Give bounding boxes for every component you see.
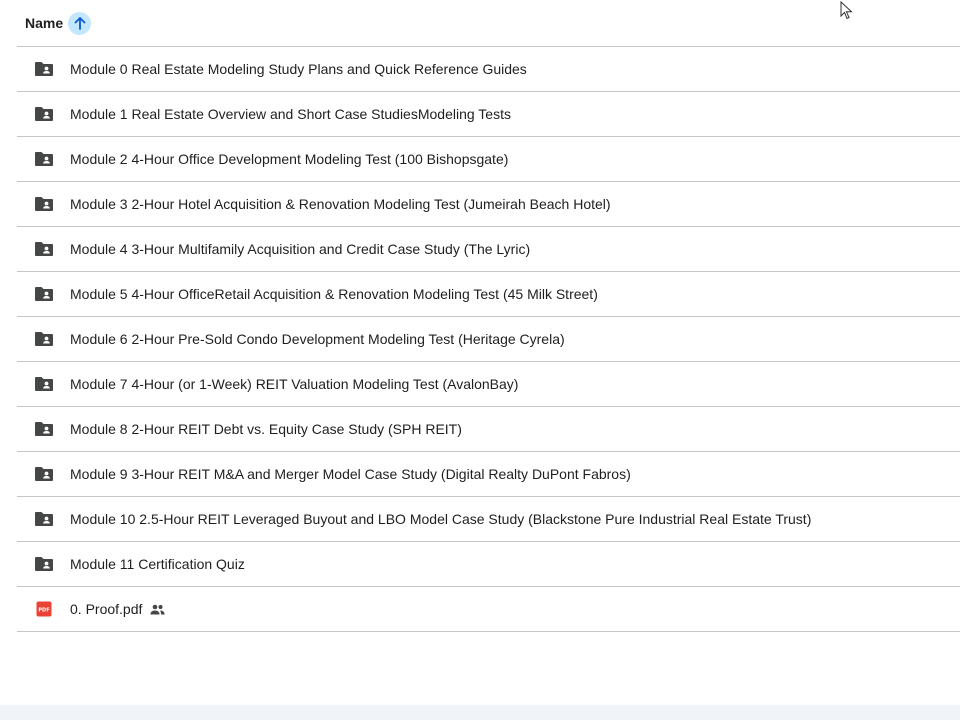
shared-people-icon bbox=[150, 604, 165, 615]
arrow-up-icon bbox=[74, 17, 86, 30]
shared-folder-icon bbox=[33, 508, 55, 530]
column-header: Name bbox=[17, 0, 960, 47]
file-name: Module 9 3-Hour REIT M&A and Merger Mode… bbox=[70, 466, 631, 482]
file-row[interactable]: PDF 0. Proof.pdf bbox=[17, 587, 960, 632]
shared-folder-icon bbox=[33, 283, 55, 305]
file-name: Module 5 4-Hour OfficeRetail Acquisition… bbox=[70, 286, 598, 302]
file-row[interactable]: Module 9 3-Hour REIT M&A and Merger Mode… bbox=[17, 452, 960, 497]
shared-folder-icon bbox=[33, 328, 55, 350]
file-row[interactable]: Module 11 Certification Quiz bbox=[17, 542, 960, 587]
file-name: Module 8 2-Hour REIT Debt vs. Equity Cas… bbox=[70, 421, 462, 437]
shared-folder-icon bbox=[33, 553, 55, 575]
shared-folder-icon bbox=[33, 193, 55, 215]
file-row[interactable]: Module 6 2-Hour Pre-Sold Condo Developme… bbox=[17, 317, 960, 362]
file-name: Module 3 2-Hour Hotel Acquisition & Reno… bbox=[70, 196, 611, 212]
footer-bar bbox=[0, 705, 960, 720]
file-row[interactable]: Module 3 2-Hour Hotel Acquisition & Reno… bbox=[17, 182, 960, 227]
shared-folder-icon bbox=[33, 373, 55, 395]
file-row[interactable]: Module 5 4-Hour OfficeRetail Acquisition… bbox=[17, 272, 960, 317]
file-row[interactable]: Module 0 Real Estate Modeling Study Plan… bbox=[17, 47, 960, 92]
file-row[interactable]: Module 10 2.5-Hour REIT Leveraged Buyout… bbox=[17, 497, 960, 542]
shared-folder-icon bbox=[33, 418, 55, 440]
file-name: Module 2 4-Hour Office Development Model… bbox=[70, 151, 509, 167]
file-list: Module 0 Real Estate Modeling Study Plan… bbox=[17, 47, 960, 632]
file-name: Module 6 2-Hour Pre-Sold Condo Developme… bbox=[70, 331, 565, 347]
pdf-icon: PDF bbox=[33, 598, 55, 620]
shared-folder-icon bbox=[33, 148, 55, 170]
file-name: Module 7 4-Hour (or 1-Week) REIT Valuati… bbox=[70, 376, 519, 392]
file-name: Module 4 3-Hour Multifamily Acquisition … bbox=[70, 241, 531, 257]
file-name: Module 1 Real Estate Overview and Short … bbox=[70, 106, 511, 122]
svg-text:PDF: PDF bbox=[38, 608, 49, 614]
name-column-header[interactable]: Name bbox=[25, 15, 63, 31]
file-name: Module 0 Real Estate Modeling Study Plan… bbox=[70, 61, 527, 77]
mouse-cursor-icon bbox=[840, 1, 853, 20]
shared-folder-icon bbox=[33, 463, 55, 485]
shared-folder-icon bbox=[33, 238, 55, 260]
file-row[interactable]: Module 4 3-Hour Multifamily Acquisition … bbox=[17, 227, 960, 272]
file-name: Module 10 2.5-Hour REIT Leveraged Buyout… bbox=[70, 511, 812, 527]
shared-folder-icon bbox=[33, 103, 55, 125]
file-name: Module 11 Certification Quiz bbox=[70, 556, 245, 572]
file-row[interactable]: Module 7 4-Hour (or 1-Week) REIT Valuati… bbox=[17, 362, 960, 407]
file-row[interactable]: Module 1 Real Estate Overview and Short … bbox=[17, 92, 960, 137]
shared-folder-icon bbox=[33, 58, 55, 80]
file-name: 0. Proof.pdf bbox=[70, 601, 143, 617]
sort-ascending-button[interactable] bbox=[68, 11, 92, 35]
file-row[interactable]: Module 8 2-Hour REIT Debt vs. Equity Cas… bbox=[17, 407, 960, 452]
file-row[interactable]: Module 2 4-Hour Office Development Model… bbox=[17, 137, 960, 182]
